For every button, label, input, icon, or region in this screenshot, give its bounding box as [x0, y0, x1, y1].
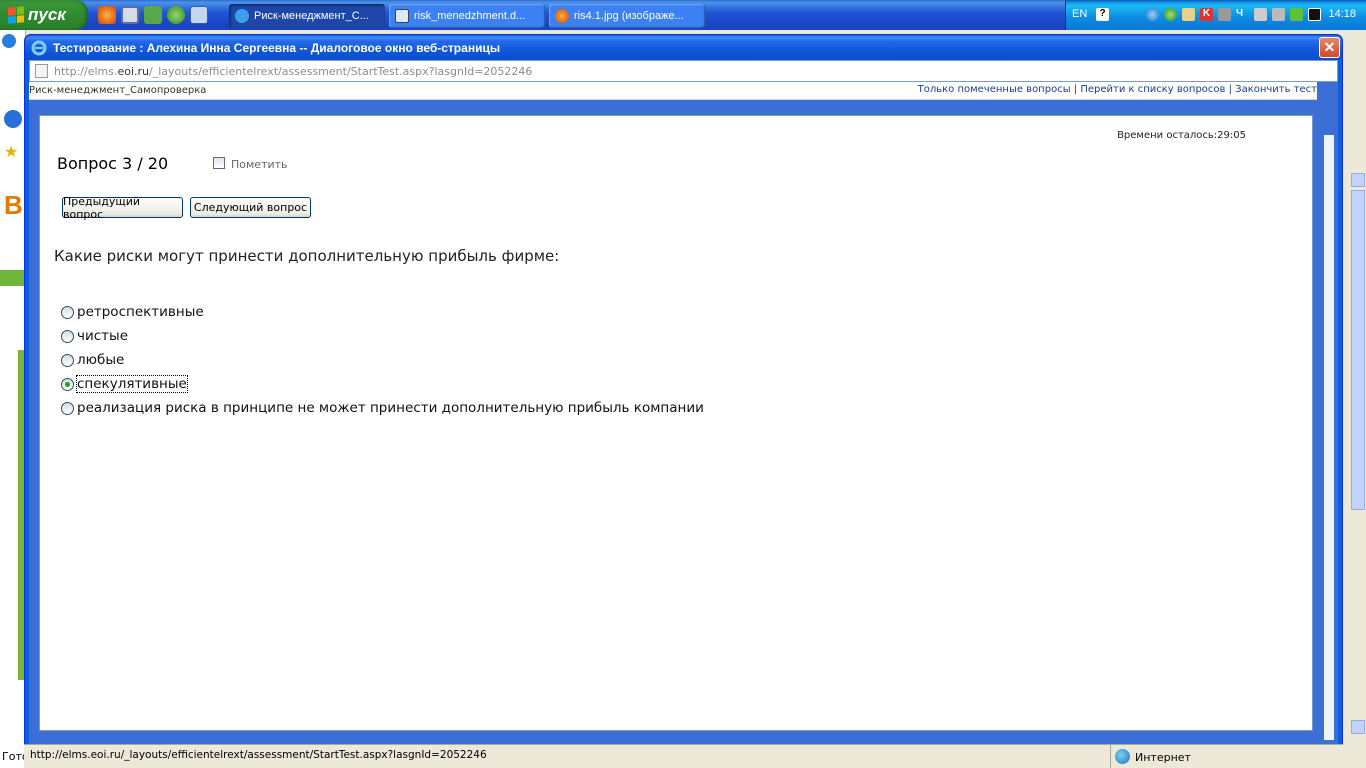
task-ris-image[interactable]: ris4.1.jpg (изображе... — [549, 4, 705, 28]
page-icon — [35, 64, 48, 78]
answer-option[interactable]: любые — [61, 350, 124, 370]
start-label: пуск — [28, 5, 66, 24]
radio-button[interactable] — [61, 305, 74, 319]
back-icon[interactable] — [4, 110, 22, 128]
ie-icon — [31, 40, 47, 59]
option-label[interactable]: любые — [77, 352, 124, 368]
help-icon[interactable]: ? — [1096, 8, 1109, 21]
option-label[interactable]: реализация риска в принципе не может при… — [77, 400, 704, 416]
firefox-quicklaunch-icon[interactable] — [98, 6, 116, 24]
option-label[interactable]: чистые — [77, 328, 128, 344]
option-label[interactable]: ретроспективные — [77, 304, 204, 320]
mark-label[interactable]: Пометить — [231, 158, 288, 171]
site-green-bar — [0, 270, 24, 286]
task-label: Риск-менеджмент_С... — [254, 10, 369, 22]
mark-checkbox[interactable] — [213, 157, 225, 169]
document-icon — [395, 9, 409, 23]
radio-button[interactable] — [61, 401, 74, 415]
background-window-left-edge: ★ B Гото — [0, 30, 29, 768]
test-navigation-links: Только помеченные вопросы | Перейти к сп… — [918, 84, 1317, 95]
test-content-panel: Времени осталось:29:05 Вопрос 3 / 20 Пом… — [39, 115, 1313, 731]
close-button[interactable]: ✕ — [1319, 37, 1340, 58]
test-top-bar: Риск-менеджмент_Самопроверка Только поме… — [29, 82, 1317, 100]
antivirus-icon[interactable]: K — [1200, 8, 1213, 21]
timer: Времени осталось:29:05 — [1117, 130, 1246, 141]
link-flagged-questions[interactable]: Только помеченные вопросы — [918, 84, 1071, 95]
monitor-icon[interactable] — [1218, 8, 1231, 21]
status-bar: http://elms.eoi.ru/_layouts/efficientelr… — [24, 744, 1343, 768]
answer-option[interactable]: ретроспективные — [61, 302, 204, 322]
separator: | — [1070, 84, 1081, 95]
radio-button[interactable] — [61, 329, 74, 343]
input-indicator-icon[interactable]: Ч — [1236, 8, 1249, 21]
globe-icon — [1115, 749, 1130, 764]
app-tray-icon[interactable] — [1308, 8, 1321, 21]
site-logo-partial: B — [4, 190, 23, 220]
network-icon[interactable] — [1146, 8, 1159, 21]
language-indicator[interactable]: EN — [1072, 8, 1087, 20]
answer-option[interactable]: чистые — [61, 326, 128, 346]
course-title: Риск-менеджмент_Самопроверка — [29, 85, 207, 96]
link-finish-test[interactable]: Закончить тест — [1235, 84, 1317, 95]
answer-option-selected[interactable]: спекулятивные — [61, 374, 188, 394]
dialog-window: Тестирование : Алехина Инна Сергеевна --… — [24, 34, 1343, 768]
ie-icon — [235, 9, 249, 23]
taskbar: пуск Риск-менеджмент_С... risk_menedzhme… — [0, 0, 1366, 30]
scroll-thumb[interactable] — [1351, 190, 1365, 510]
status-url: http://elms.eoi.ru/_layouts/efficientelr… — [30, 749, 487, 761]
question-text: Какие риски могут принести дополнительну… — [54, 247, 560, 265]
task-risk-doc[interactable]: risk_menedzhment.d... — [389, 4, 545, 28]
device-icon[interactable] — [1272, 8, 1285, 21]
system-tray: EN ? K Ч 14:18 — [1065, 0, 1366, 30]
app-quicklaunch-icon[interactable] — [144, 6, 162, 24]
firefox-icon — [555, 9, 569, 23]
dialog-title: Тестирование : Алехина Инна Сергеевна --… — [53, 40, 501, 55]
background-window-scrollbar[interactable] — [1340, 30, 1366, 768]
address-host: eoi.ru — [117, 64, 150, 78]
address-bar: http://elms. eoi.ru/_layouts/efficientelr… — [29, 60, 1338, 82]
radio-button-selected[interactable] — [61, 377, 74, 391]
answer-option[interactable]: реализация риска в принципе не может при… — [61, 398, 704, 418]
scroll-down-arrow[interactable] — [1351, 720, 1365, 734]
option-label[interactable]: спекулятивные — [76, 375, 188, 393]
task-label: ris4.1.jpg (изображе... — [574, 10, 684, 22]
previous-question-button[interactable]: Предыдущий вопрос — [62, 195, 183, 221]
content-scrollbar[interactable] — [1324, 135, 1334, 740]
save-quicklaunch-icon[interactable] — [121, 6, 139, 24]
next-question-button[interactable]: Следующий вопрос — [190, 197, 311, 218]
sync-icon[interactable] — [1164, 8, 1177, 21]
question-number: Вопрос 3 / 20 — [57, 154, 169, 173]
dialog-titlebar[interactable]: Тестирование : Алехина Инна Сергеевна --… — [25, 35, 1342, 60]
windows-logo-icon — [8, 6, 24, 24]
address-rest: /_layouts/efficientelrext/assessment/Sta… — [149, 64, 533, 78]
radio-button[interactable] — [61, 353, 74, 367]
link-question-list[interactable]: Перейти к списку вопросов — [1080, 84, 1225, 95]
start-button[interactable]: пуск — [0, 0, 88, 30]
favorites-star-icon[interactable]: ★ — [4, 142, 18, 161]
clock: 14:18 — [1328, 8, 1356, 20]
zone-label: Интернет — [1135, 750, 1191, 764]
address-prefix: http://elms. — [54, 64, 118, 78]
utorrent-quicklaunch-icon[interactable] — [167, 6, 185, 24]
scroll-up-arrow[interactable] — [1351, 173, 1365, 187]
ie-icon — [2, 34, 16, 48]
pen-icon[interactable] — [1290, 8, 1303, 21]
volume-icon[interactable] — [1254, 8, 1267, 21]
task-label: risk_menedzhment.d... — [414, 10, 526, 22]
tool-icon[interactable] — [1182, 8, 1195, 21]
security-zone: Интернет — [1110, 745, 1340, 768]
desktop-quicklaunch-icon[interactable] — [190, 6, 208, 24]
separator: | — [1225, 84, 1236, 95]
task-risk-management[interactable]: Риск-менеджмент_С... — [229, 4, 385, 28]
